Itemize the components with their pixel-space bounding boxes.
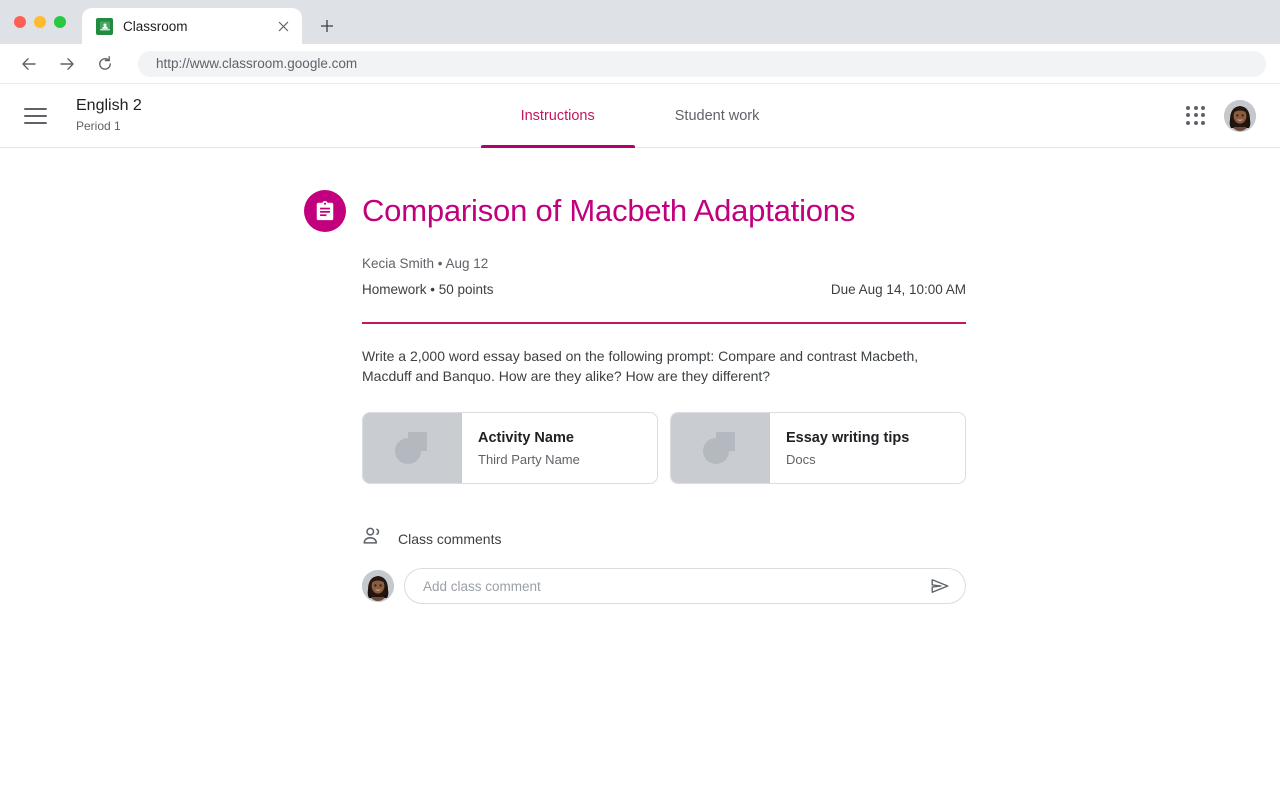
- hamburger-menu-icon[interactable]: [24, 107, 48, 124]
- browser-tab-classroom[interactable]: Classroom: [82, 8, 302, 44]
- account-avatar[interactable]: [1224, 99, 1256, 132]
- generic-placeholder-thumbnail-icon: [363, 413, 462, 483]
- assignment-description: Write a 2,000 word essay based on the fo…: [362, 348, 919, 384]
- tab-instructions-label: Instructions: [520, 108, 595, 124]
- assignment-clipboard-icon: [304, 190, 346, 232]
- assignment-title-row: Comparison of Macbeth Adaptations: [304, 190, 966, 232]
- attachment-subtitle: Docs: [786, 451, 816, 467]
- class-period: Period 1: [76, 119, 121, 133]
- app-header: English 2 Period 1 Instructions Student …: [0, 84, 1280, 148]
- attachment-card-essay-tips[interactable]: Essay writing tips Docs: [670, 412, 966, 484]
- assignment-meta-row: Homework • 50 points Due Aug 14, 10:00 A…: [362, 280, 966, 300]
- window-maximize-button[interactable]: [54, 16, 66, 28]
- assignment-title: Comparison of Macbeth Adaptations: [362, 193, 856, 228]
- comment-user-avatar: [362, 570, 394, 602]
- send-icon[interactable]: [929, 575, 951, 597]
- class-info[interactable]: English 2 Period 1: [76, 96, 142, 135]
- attachment-text: Essay writing tips Docs: [770, 413, 965, 483]
- assignment-sheet: Comparison of Macbeth Adaptations Kecia …: [304, 148, 966, 604]
- people-icon: [362, 526, 384, 551]
- header-actions: [1186, 99, 1280, 132]
- window-close-button[interactable]: [14, 16, 26, 28]
- google-classroom-icon: [96, 17, 113, 35]
- reload-icon[interactable]: [90, 49, 120, 79]
- attachment-title: Activity Name: [478, 429, 574, 446]
- attachment-subtitle: Third Party Name: [478, 451, 580, 467]
- address-bar-url: http://www.classroom.google.com: [156, 56, 358, 71]
- browser-chrome: Classroom http://www.classroom.google.co…: [0, 0, 1280, 84]
- comment-input-wrapper[interactable]: [404, 568, 966, 604]
- browser-tab-title: Classroom: [123, 18, 188, 34]
- address-bar[interactable]: http://www.classroom.google.com: [138, 50, 1266, 77]
- apps-grid-icon[interactable]: [1186, 105, 1206, 126]
- attachment-card-activity[interactable]: Activity Name Third Party Name: [362, 412, 658, 484]
- class-name: English 2: [76, 97, 142, 114]
- assignment-divider: [362, 322, 966, 324]
- browser-toolbar: http://www.classroom.google.com: [0, 44, 1280, 84]
- header-tabs: Instructions Student work: [0, 84, 1280, 148]
- tab-student-work-label: Student work: [674, 108, 760, 124]
- assignment-author-line: Kecia Smith • Aug 12: [362, 256, 489, 271]
- attachment-title: Essay writing tips: [786, 429, 910, 446]
- attachment-list: Activity Name Third Party Name Essay wri…: [362, 412, 966, 484]
- forward-icon[interactable]: [52, 49, 82, 79]
- generic-placeholder-thumbnail-icon: [671, 413, 770, 483]
- window-traffic-lights: [12, 0, 76, 44]
- browser-tabstrip: Classroom: [0, 0, 1280, 44]
- back-icon[interactable]: [14, 49, 44, 79]
- main-content: Comparison of Macbeth Adaptations Kecia …: [0, 148, 1280, 604]
- add-comment-row: [362, 568, 966, 604]
- assignment-category-points: Homework • 50 points: [362, 282, 494, 297]
- comment-input[interactable]: [423, 578, 929, 594]
- class-comments-label: Class comments: [398, 530, 502, 547]
- assignment-due-date: Due Aug 14, 10:00 AM: [830, 282, 966, 297]
- tab-student-work[interactable]: Student work: [635, 84, 800, 148]
- class-comments-header: Class comments: [362, 526, 966, 551]
- window-minimize-button[interactable]: [34, 16, 46, 28]
- new-tab-button[interactable]: [312, 11, 342, 41]
- close-icon[interactable]: [274, 17, 292, 35]
- tab-instructions[interactable]: Instructions: [480, 84, 635, 148]
- attachment-text: Activity Name Third Party Name: [462, 413, 657, 483]
